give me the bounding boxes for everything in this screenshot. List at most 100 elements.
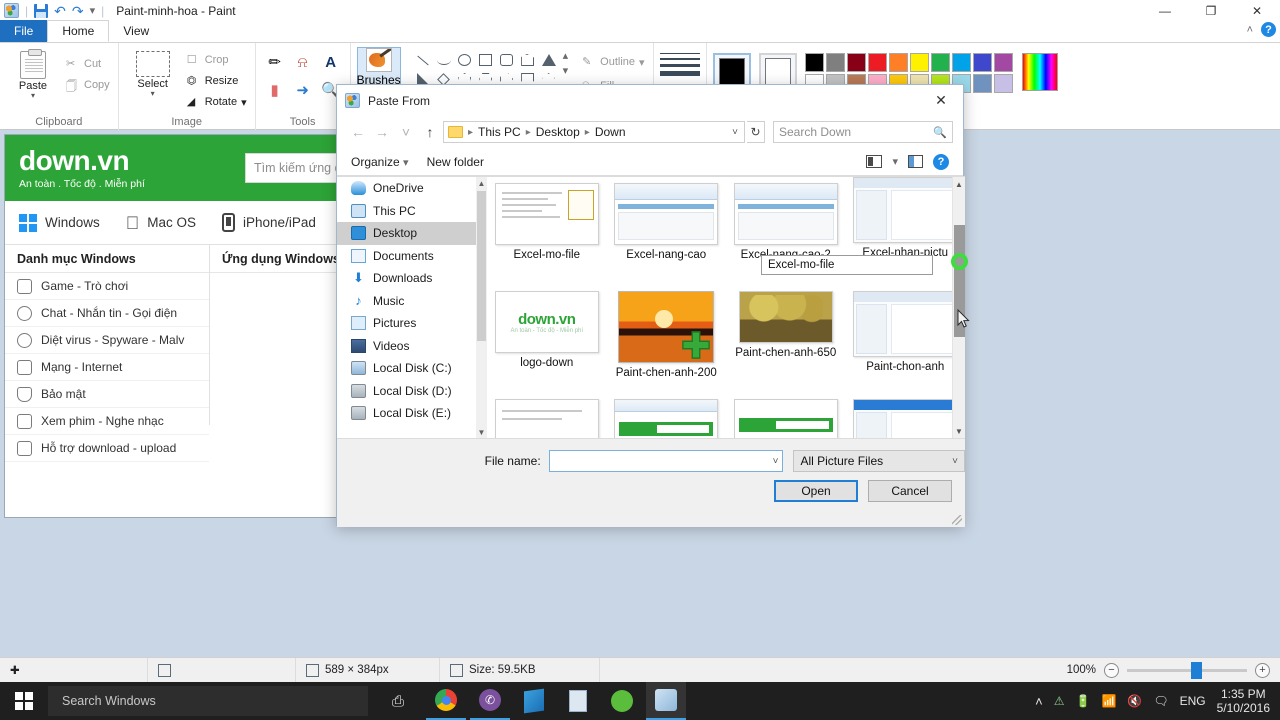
category-item-download[interactable]: Hỗ trợ download - upload [5, 435, 209, 462]
notification-icon[interactable]: ⚠ [1054, 694, 1065, 708]
size-3px[interactable] [659, 58, 700, 60]
dialog-help-icon[interactable]: ? [933, 153, 949, 170]
paint-logo-icon[interactable] [4, 3, 19, 18]
start-button[interactable] [0, 682, 48, 720]
tree-item-onedrive[interactable]: OneDrive [337, 177, 487, 200]
rotate-chevron-down-icon[interactable]: ▾ [241, 96, 247, 109]
minimize-button[interactable]: — [1142, 0, 1188, 21]
swatch-black[interactable] [804, 53, 824, 72]
zoom-slider-thumb[interactable] [1191, 661, 1202, 679]
resize-button[interactable]: ⏣ Resize [185, 72, 249, 90]
tree-scrollbar-thumb[interactable] [477, 191, 486, 341]
forward-button[interactable]: → [371, 121, 393, 143]
tree-item-pictures[interactable]: Pictures [337, 312, 487, 335]
list-item[interactable] [846, 393, 966, 438]
tab-file[interactable]: File [0, 20, 48, 42]
action-center-icon[interactable]: 🗨 [1153, 694, 1168, 708]
size-5px[interactable] [659, 64, 700, 67]
nav-item-iphone-ipad[interactable]: iPhone/iPad [222, 213, 316, 232]
resize-grip[interactable] [952, 515, 962, 525]
back-button[interactable]: ← [347, 121, 369, 143]
category-item-game[interactable]: Game - Trò chơi [5, 273, 209, 300]
shapes-scroll-down-icon[interactable]: ▾ [563, 64, 569, 77]
category-item-media[interactable]: Xem phim - Nghe nhạc [5, 408, 209, 435]
wifi-icon[interactable]: 📶 [1101, 694, 1116, 708]
category-item-network[interactable]: Mạng - Internet [5, 354, 209, 381]
nav-item-macos[interactable]:  Mac OS [126, 214, 196, 232]
shape-rounded-rectangle-icon[interactable] [497, 51, 517, 69]
new-folder-button[interactable]: New folder [427, 155, 484, 169]
language-indicator[interactable]: ENG [1180, 694, 1206, 708]
swatch-green[interactable] [930, 53, 950, 72]
redo-icon[interactable]: ↷ [72, 4, 84, 18]
swatch-blue-gray[interactable] [972, 74, 992, 93]
dialog-close-button[interactable]: ✕ [919, 85, 963, 116]
nav-item-windows[interactable]: Windows [19, 213, 100, 232]
list-item[interactable]: Excel-nang-cao [607, 177, 727, 285]
shape-oval-icon[interactable] [455, 51, 475, 69]
view-chevron-down-icon[interactable]: ▾ [892, 155, 898, 168]
breadcrumb-chevron-down-icon[interactable]: ˅ [732, 127, 740, 138]
text-icon[interactable]: A [318, 49, 344, 75]
shapes-gallery[interactable] [413, 47, 559, 88]
breadcrumb[interactable]: ▸ This PC ▸ Desktop ▸ Down ˅ [443, 121, 745, 143]
file-name-input[interactable]: ˅ [548, 450, 784, 472]
dialog-title-bar[interactable]: Paste From ✕ [337, 85, 963, 116]
filter-chevron-down-icon[interactable]: ˅ [952, 456, 958, 467]
size-1px[interactable] [659, 53, 700, 54]
swatch-orange[interactable] [888, 53, 908, 72]
swatch-dark-red[interactable] [846, 53, 866, 72]
open-button[interactable]: Open [774, 480, 858, 502]
paste-button[interactable]: Paste ▾ [6, 47, 60, 100]
shape-line-icon[interactable] [413, 51, 433, 69]
task-view-button[interactable]: ⎙ [376, 682, 420, 720]
swatch-lavender[interactable] [993, 74, 1013, 93]
preview-pane-icon[interactable] [908, 155, 923, 168]
category-item-chat[interactable]: Chat - Nhắn tin - Gọi điện [5, 300, 209, 327]
ribbon-collapse-icon[interactable]: ˄ [1247, 24, 1253, 36]
list-item[interactable]: down.vn An toàn - Tốc độ - Miễn phí logo-… [487, 285, 607, 393]
zoom-in-button[interactable]: + [1255, 662, 1270, 678]
tree-item-music[interactable]: ♪ Music [337, 290, 487, 313]
rotate-button[interactable]: ◢ Rotate ▾ [185, 93, 249, 111]
organize-button[interactable]: Organize ▾ [351, 155, 409, 169]
file-type-filter[interactable]: All Picture Files ˅ [793, 450, 965, 472]
tree-item-videos[interactable]: Videos [337, 335, 487, 358]
tree-item-desktop[interactable]: Desktop [337, 222, 487, 245]
list-item[interactable] [607, 393, 727, 438]
file-name-chevron-down-icon[interactable]: ˅ [773, 456, 779, 467]
list-item[interactable] [487, 393, 607, 438]
qat-more-chevron-down-icon[interactable]: ▾ [90, 4, 96, 17]
select-button[interactable]: Select ▾ [125, 47, 181, 98]
battery-icon[interactable]: 🔋 [1076, 694, 1091, 708]
size-button[interactable] [659, 45, 700, 76]
magnifier-icon[interactable]: 🔍 [933, 126, 947, 139]
list-item[interactable]: Excel-mo-file [487, 177, 607, 285]
cancel-button[interactable]: Cancel [868, 480, 952, 502]
maximize-button[interactable]: ❐ [1188, 0, 1234, 21]
tree-item-downloads[interactable]: ⬇ Downloads [337, 267, 487, 290]
search-input[interactable]: Search Down 🔍 [773, 121, 953, 143]
tree-item-documents[interactable]: Documents [337, 245, 487, 268]
pencil-icon[interactable]: ✏ [262, 49, 288, 75]
help-icon[interactable]: ? [1261, 22, 1276, 37]
shape-rectangle-icon[interactable] [476, 51, 496, 69]
list-item[interactable] [726, 393, 846, 438]
list-item[interactable]: Paint-chon-anh [846, 285, 966, 393]
tab-view[interactable]: View [109, 20, 163, 42]
tree-scrollbar[interactable]: ▲ ▼ [476, 177, 487, 438]
tree-item-local-disk-d[interactable]: Local Disk (D:) [337, 380, 487, 403]
breadcrumb-item-this-pc[interactable]: This PC [478, 125, 521, 139]
taskbar-item-onenote[interactable] [514, 682, 554, 720]
category-item-antivirus[interactable]: Diệt virus - Spyware - Malv [5, 327, 209, 354]
view-layout-icon[interactable] [866, 155, 883, 168]
recent-locations-chevron-down-icon[interactable]: ˅ [395, 121, 417, 143]
file-scroll-down-icon[interactable]: ▼ [953, 424, 965, 438]
volume-muted-icon[interactable]: 🔇 [1127, 694, 1142, 708]
select-chevron-down-icon[interactable]: ▾ [151, 90, 155, 98]
eraser-icon[interactable]: ▮ [262, 77, 288, 103]
up-button[interactable]: ↑ [419, 121, 441, 143]
tab-home[interactable]: Home [47, 20, 110, 42]
close-button[interactable]: ✕ [1234, 0, 1280, 21]
shape-triangle-icon[interactable] [539, 51, 559, 69]
